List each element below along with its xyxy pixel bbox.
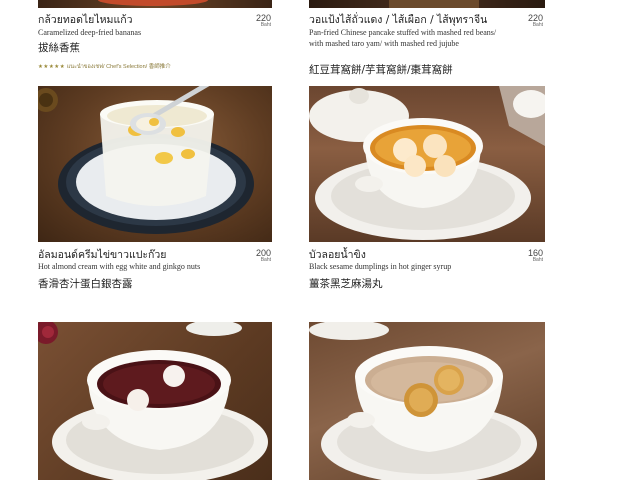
sesame-balls-soup-photo (309, 322, 545, 480)
item-2-name-chinese: 紅豆茸窩餅/芋茸窩餅/棗茸窩餅 (309, 64, 453, 76)
item-3-name-english: Hot almond cream with egg white and gink… (38, 262, 201, 271)
menu-page: กล้วยทอดไยไหมแก้ว 220 Baht Caramelized d… (0, 0, 640, 480)
chef-selection-badge: ★★★★★ แนะนำของเชฟ/ Chef's Selection/ 香師推… (38, 62, 171, 71)
cut-photo-top-left (38, 0, 272, 8)
item-4-price: 160 Baht (503, 248, 543, 263)
item-2-name-english: Pan-fried Chinese pancake stuffed with m… (309, 28, 497, 48)
item-1-price-currency: Baht (260, 22, 271, 28)
item-3-name-chinese: 香滑杏汁蛋白銀杏露 (38, 278, 133, 290)
item-4-name-english: Black sesame dumplings in hot ginger syr… (309, 262, 452, 271)
sesame-balls-bowl-icon (309, 322, 537, 480)
item-2-name-thai: วอแป้งไส้ถั่วแดง / ไส้เผือก / ไส้พุทราจี… (309, 14, 488, 26)
item-1-name-thai: กล้วยทอดไยไหมแก้ว (38, 14, 133, 26)
ginger-syrup-bowl-icon (309, 86, 545, 240)
red-bean-bowl-icon (38, 322, 268, 480)
red-bean-soup-photo (38, 322, 272, 480)
almond-cream-photo (38, 86, 272, 242)
item-2-price-currency: Baht (532, 22, 543, 28)
cut-photo-top-right (309, 0, 545, 8)
item-1-name-chinese: 拔絲香蕉 (38, 42, 80, 54)
item-1-price: 220 Baht (231, 13, 271, 28)
item-4-name-chinese: 薑茶黑芝麻湯丸 (309, 278, 383, 290)
chef-stars-icon: ★★★★★ (38, 64, 66, 70)
item-1-name-english: Caramelized deep-fried bananas (38, 28, 142, 37)
sesame-dumplings-photo (309, 86, 545, 242)
chef-selection-label: แนะนำของเชฟ/ Chef's Selection/ 香師推介 (66, 64, 171, 70)
item-3-price: 200 Baht (231, 248, 271, 263)
item-3-name-thai: อัลมอนด์ครีมไข่ขาวแปะก๊วย (38, 249, 167, 261)
item-4-name-thai: บัวลอยน้ำขิง (309, 249, 366, 261)
item-2-price: 220 Baht (503, 13, 543, 28)
almond-cream-glass-icon (38, 86, 254, 234)
